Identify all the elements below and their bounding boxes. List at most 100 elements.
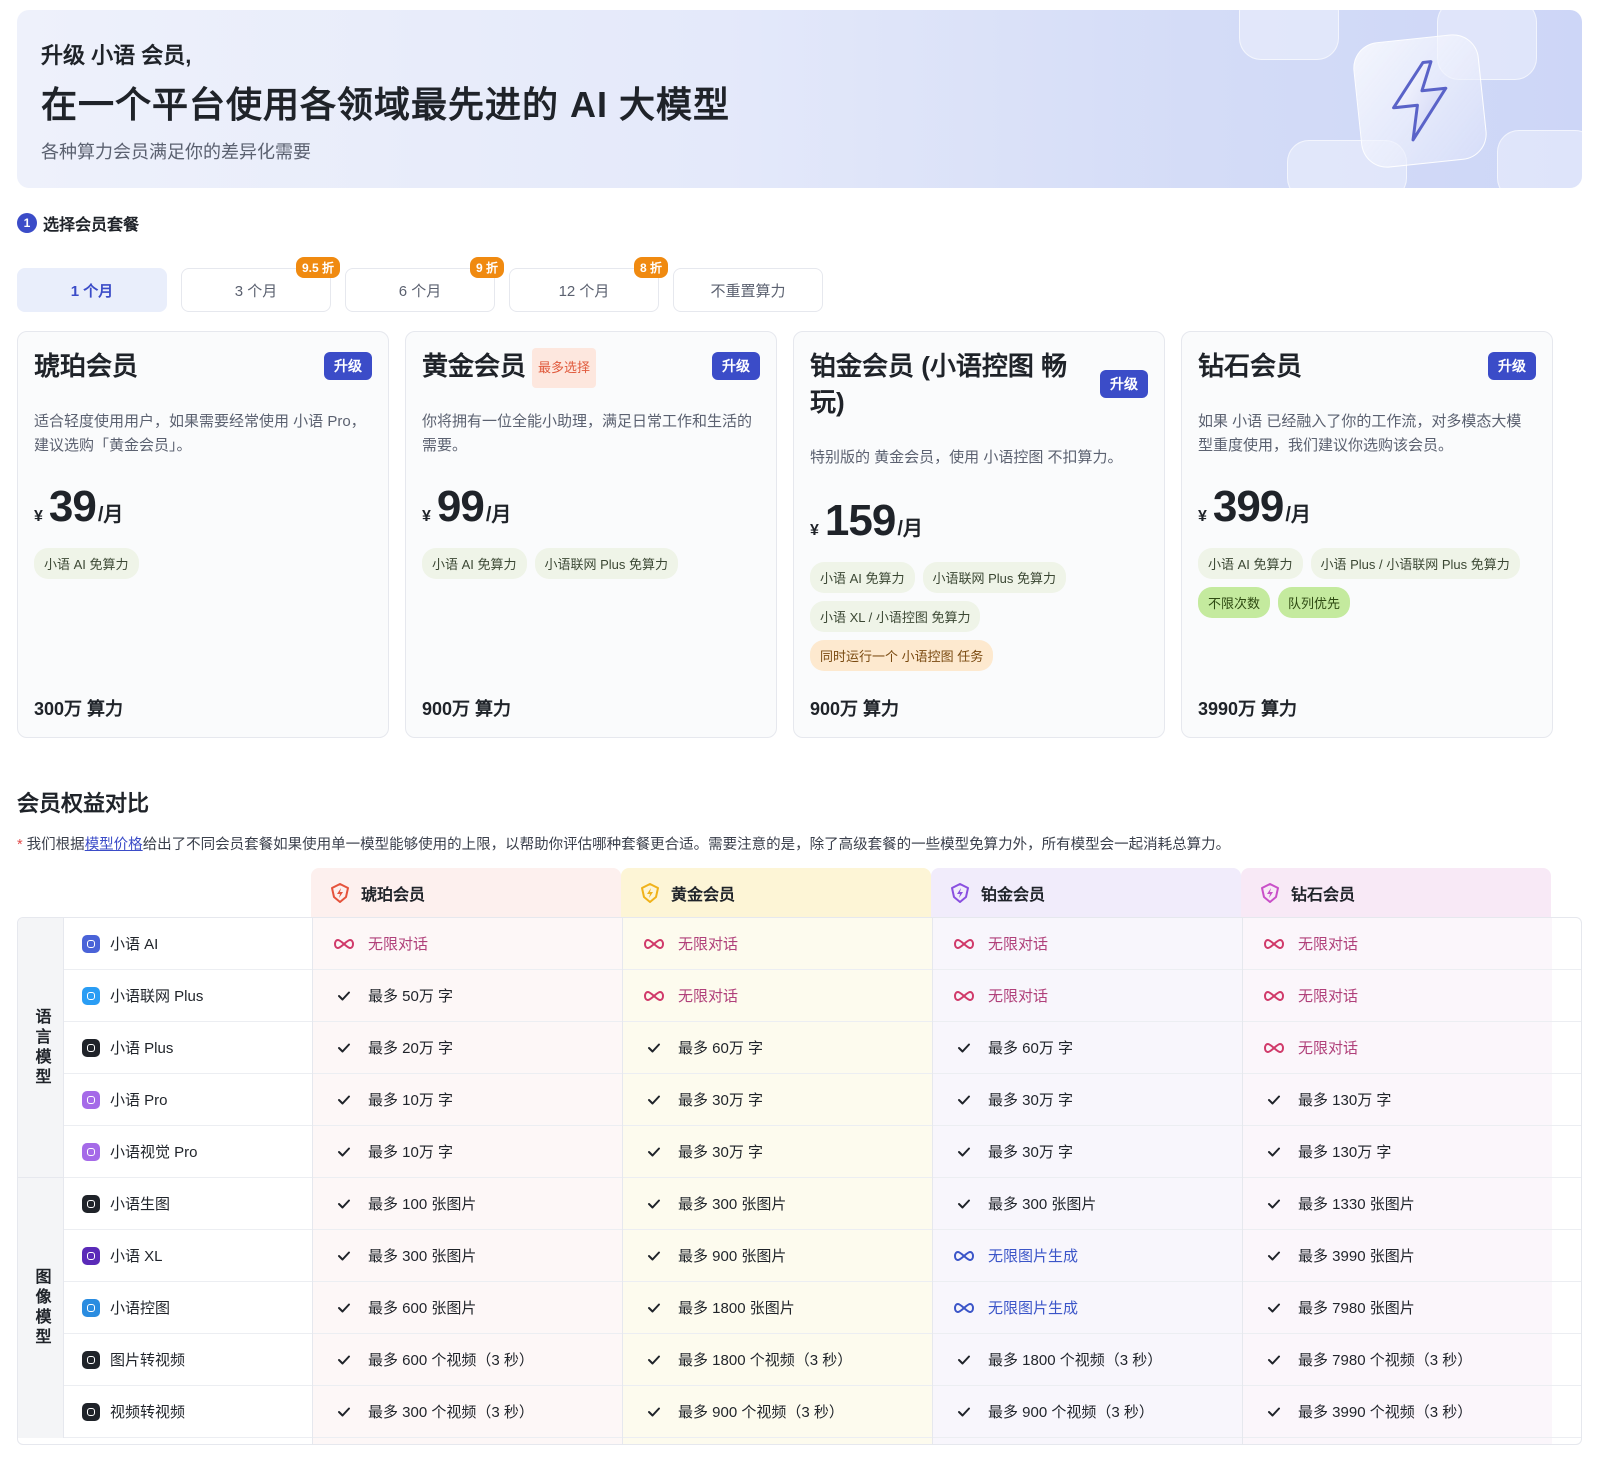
benefit-cell: 无限对话	[1242, 970, 1552, 1021]
benefit-cell: 最多 30万 字	[932, 1074, 1242, 1125]
benefit-text: 最多 3990 张图片	[1298, 1248, 1415, 1265]
check-icon	[642, 1405, 666, 1419]
xl-icon	[82, 1246, 100, 1265]
price-amount: 399	[1212, 482, 1284, 531]
benefit-cell: 最多 50万 字	[312, 970, 622, 1021]
check-icon	[642, 1249, 666, 1263]
upgrade-button[interactable]: 升级	[324, 352, 372, 380]
check-icon	[332, 989, 356, 1003]
tab-1-month[interactable]: 1 个月	[17, 268, 167, 312]
benefit-cell: 最多 130万 字	[1242, 1126, 1552, 1177]
plan-card-gold[interactable]: 黄金会员 最多选择 升级 你将拥有一位全能小助理，满足日常工作和生活的需要。 ¥ …	[405, 331, 777, 738]
discount-badge: 9 折	[469, 257, 504, 278]
plan-card-platinum[interactable]: 铂金会员 (小语控图 畅玩) 升级 特别版的 黄金会员，使用 小语控图 不扣算力…	[793, 331, 1165, 738]
tab-12-months[interactable]: 12 个月 8 折	[509, 257, 668, 312]
benefit-text: 最多 7980 张图片	[1298, 1300, 1415, 1317]
group-label-text: 语言模型	[32, 1008, 50, 1088]
benefit-text: 无限对话	[1298, 988, 1359, 1005]
benefit-cell: 最多 60万 字	[622, 1022, 932, 1073]
check-icon	[952, 1145, 976, 1159]
benefit-text: 无限对话	[988, 988, 1049, 1005]
upgrade-button[interactable]: 升级	[1100, 370, 1148, 398]
benefit-chips: 小语 AI 免算力 小语联网 Plus 免算力	[422, 548, 760, 579]
benefit-cell: 最多 300 个视频（3 秒）	[312, 1386, 622, 1437]
plan-card-amber[interactable]: 琥珀会员 升级 适合轻度使用用户，如果需要经常使用 小语 Pro，建议选购「黄金…	[17, 331, 389, 738]
benefit-cell: 最多 130万 字	[1242, 1074, 1552, 1125]
benefit-cell: 最多 1800 张图片	[622, 1282, 932, 1333]
video-to-video-icon	[82, 1402, 100, 1421]
benefit-cell: 最多 10万 字	[312, 1074, 622, 1125]
benefit-chip: 同时运行一个 小语控图 任务	[810, 640, 994, 671]
table-row: 小语 Plus 最多 20万 字 最多 60万 字 最多 60万 字 无限对话	[64, 1022, 1581, 1074]
check-icon	[1262, 1353, 1286, 1367]
check-icon	[952, 1353, 976, 1367]
benefit-cell: 最多 30万 字	[932, 1126, 1242, 1177]
header-plan-label: 琥珀会员	[361, 886, 426, 904]
infinity-icon	[642, 938, 666, 950]
upgrade-button[interactable]: 升级	[1488, 352, 1536, 380]
benefit-chip: 小语 AI 免算力	[422, 548, 527, 579]
benefit-text: 最多 30万 字	[678, 1144, 764, 1161]
model-name: 小语控图	[82, 1282, 170, 1333]
chat-icon	[82, 934, 100, 953]
model-name: 小语 Pro	[82, 1074, 168, 1125]
duration-tabs: 1 个月 3 个月 9.5 折 6 个月 9 折 12 个月 8 折 不重置算力	[17, 257, 823, 312]
tab-no-reset[interactable]: 不重置算力	[673, 268, 823, 312]
check-icon	[1262, 1249, 1286, 1263]
currency-symbol: ¥	[34, 508, 43, 525]
comparison-title: 会员权益对比	[17, 791, 150, 816]
benefit-cell: 无限对话	[1242, 1022, 1552, 1073]
image-gen-icon	[82, 1194, 100, 1213]
benefit-text: 最多 10万 字	[368, 1092, 454, 1109]
group-label-text: 图像模型	[32, 1268, 50, 1348]
plan-name: 黄金会员 最多选择	[422, 348, 597, 389]
tab-label: 6 个月	[398, 282, 442, 300]
benefit-cell: 最多 3990 张图片	[1242, 1230, 1552, 1281]
benefit-chip: 小语 AI 免算力	[34, 548, 139, 579]
benefit-cell: 最多 7980 张图片	[1242, 1282, 1552, 1333]
price-amount: 39	[48, 482, 97, 531]
step-number: 1	[17, 213, 37, 233]
plan-name: 铂金会员 (小语控图 畅玩)	[810, 351, 1068, 417]
benefit-cell: 最多 1800 个视频（3 秒）	[622, 1334, 932, 1385]
infinity-icon	[332, 938, 356, 950]
infinity-icon	[1262, 1042, 1286, 1054]
tab-6-months[interactable]: 6 个月 9 折	[345, 257, 504, 312]
benefit-cell: 无限对话	[622, 918, 932, 969]
model-label: 小语联网 Plus	[110, 988, 204, 1005]
model-price-link[interactable]: 模型价格	[85, 837, 143, 853]
check-icon	[642, 1197, 666, 1211]
table-row: 小语视觉 Pro 最多 10万 字 最多 30万 字 最多 30万 字 最多 130万 …	[64, 1126, 1581, 1178]
benefit-cell: 无限图片生成	[932, 1230, 1242, 1281]
note-text: 我们根据	[22, 837, 85, 853]
tab-3-months[interactable]: 3 个月 9.5 折	[181, 257, 340, 312]
benefit-cell: 最多 900 个视频（3 秒）	[622, 1386, 932, 1437]
check-icon	[642, 1145, 666, 1159]
model-label: 小语 AI	[110, 936, 159, 953]
tab-label: 3 个月	[234, 282, 278, 300]
column-divider	[622, 918, 623, 1444]
lightning-icon	[1350, 31, 1490, 171]
model-label: 图片转视频	[110, 1352, 186, 1369]
benefit-cell: 最多 30万 字	[622, 1074, 932, 1125]
check-icon	[332, 1197, 356, 1211]
plan-shield-icon	[329, 882, 351, 904]
model-label: 小语生图	[110, 1196, 171, 1213]
plan-shield-icon	[639, 882, 661, 904]
currency-symbol: ¥	[1198, 508, 1207, 525]
tab-label: 1 个月	[70, 282, 114, 300]
check-icon	[1262, 1145, 1286, 1159]
plan-compute: 900万 算力	[422, 699, 512, 719]
benefit-cell: 最多 3990 个视频（3 秒）	[1242, 1386, 1552, 1437]
upgrade-button[interactable]: 升级	[712, 352, 760, 380]
plan-card-diamond[interactable]: 钻石会员 升级 如果 小语 已经融入了你的工作流，对多模态大模型重度使用，我们建…	[1181, 331, 1553, 738]
infinity-icon	[642, 990, 666, 1002]
plan-price: ¥ 159 /月	[810, 496, 923, 546]
model-name: 小语生图	[82, 1178, 170, 1229]
column-divider	[1242, 918, 1243, 1444]
group-label-0: 语言模型	[18, 918, 64, 1178]
benefit-cell: 最多 1800 个视频（3 秒）	[932, 1334, 1242, 1385]
benefit-text: 最多 600 个视频（3 秒）	[368, 1352, 534, 1369]
benefit-text: 最多 30万 字	[988, 1092, 1074, 1109]
model-label: 小语 XL	[110, 1248, 163, 1265]
